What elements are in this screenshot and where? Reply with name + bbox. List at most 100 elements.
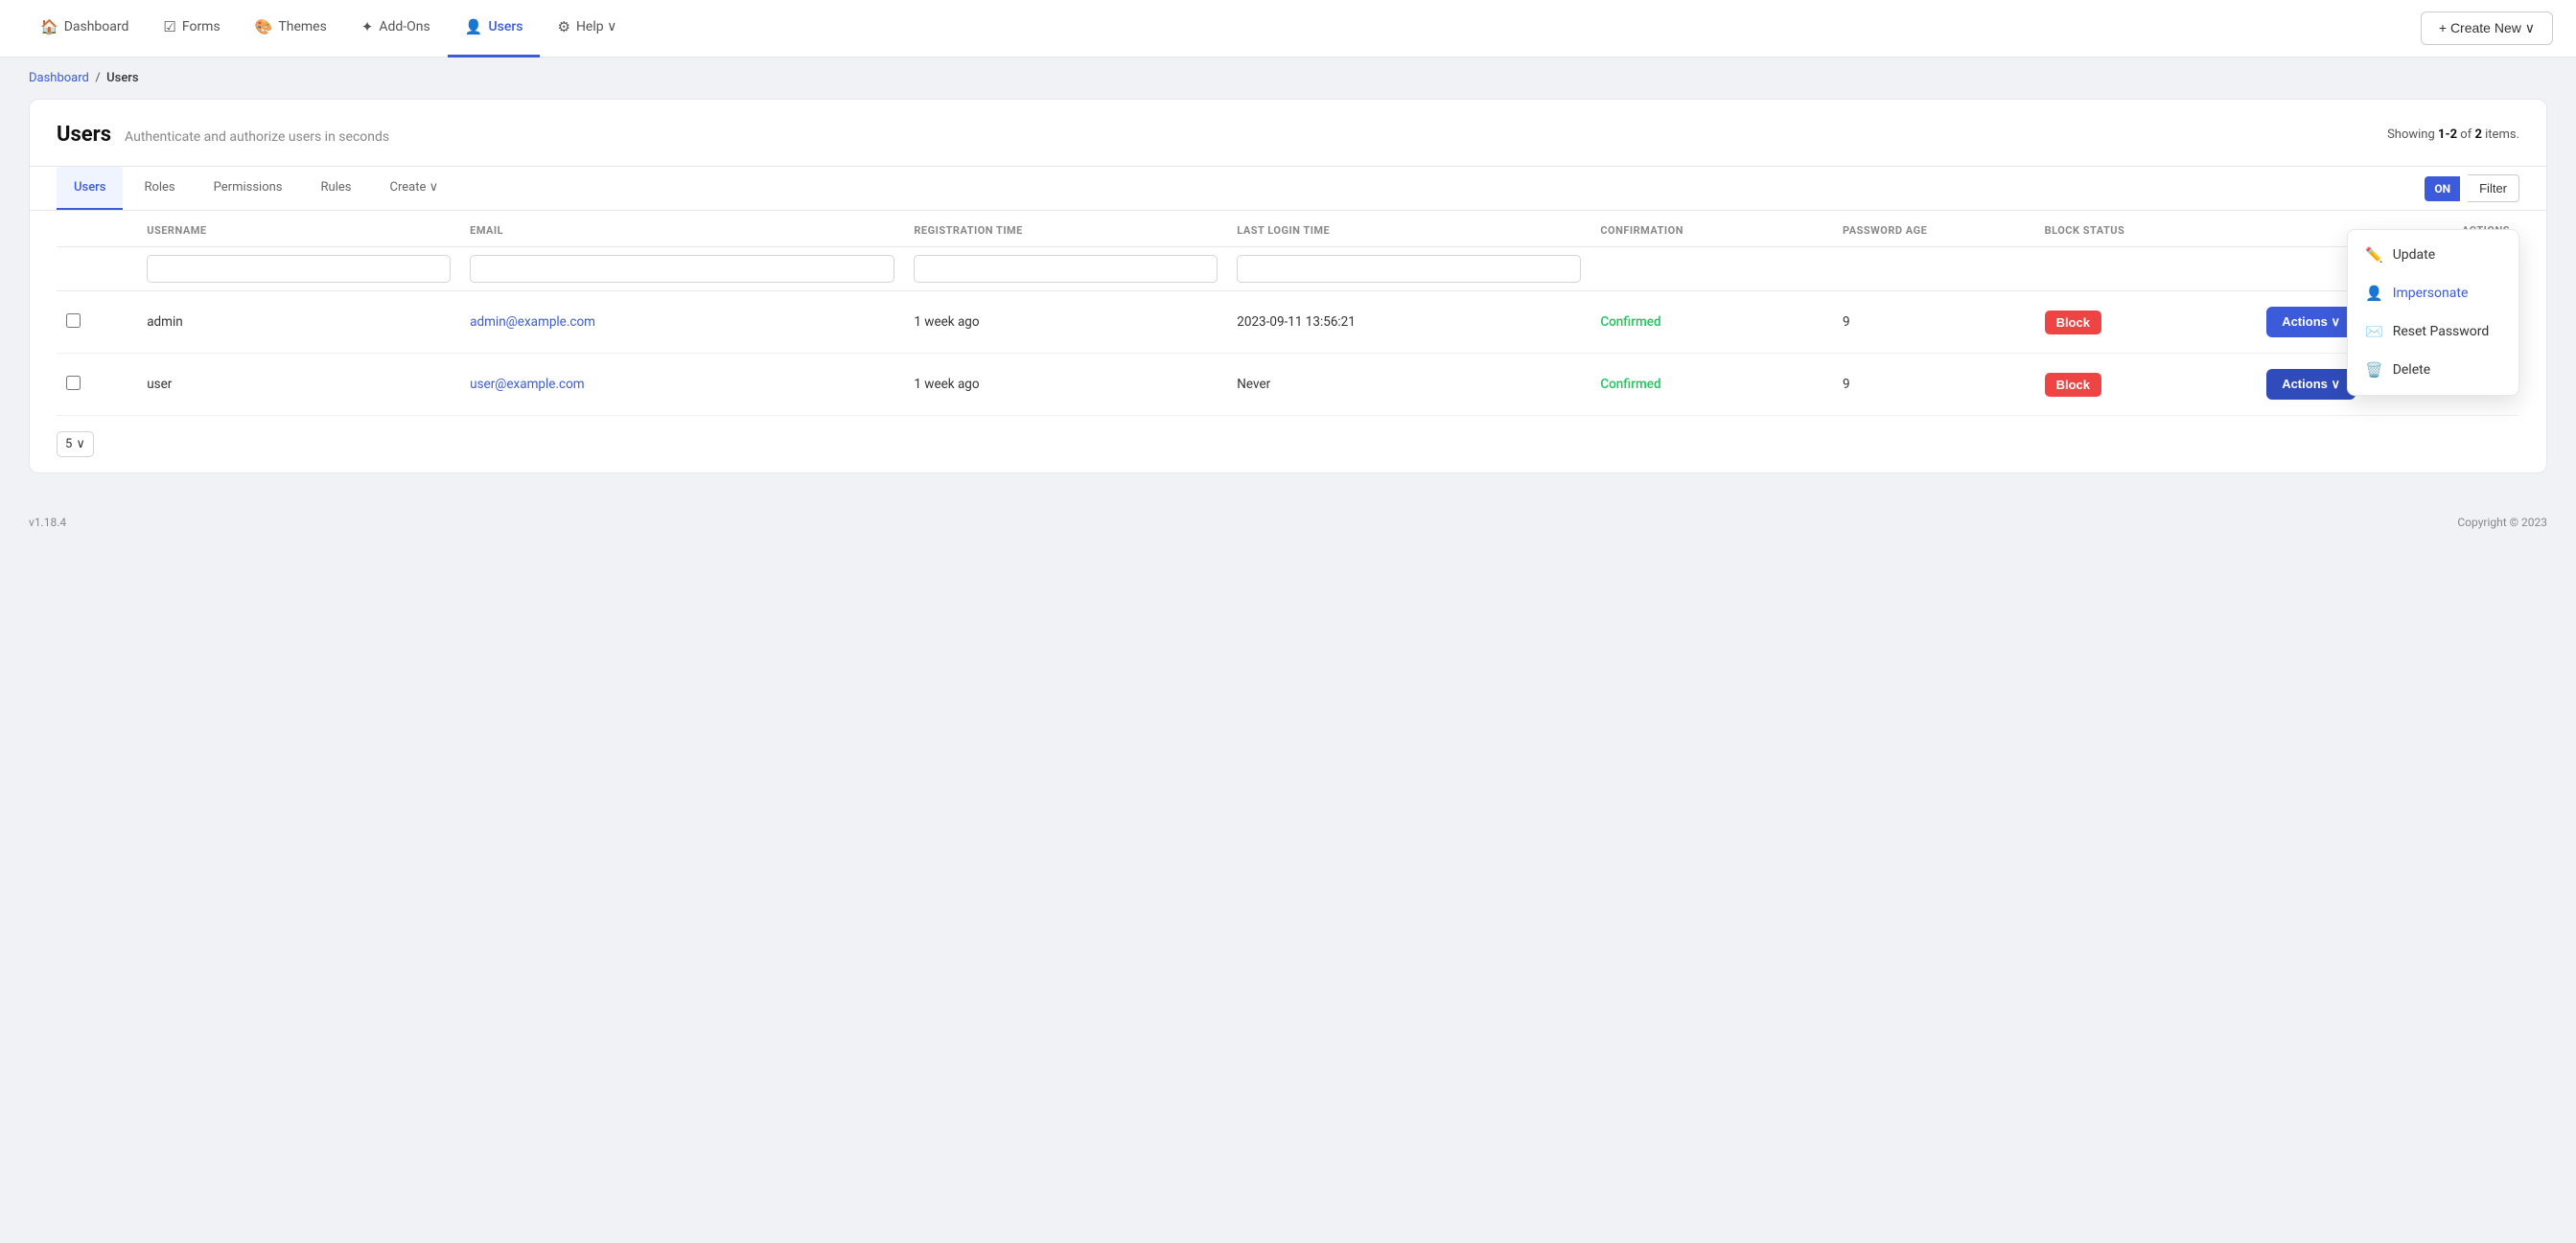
page-title: Users xyxy=(57,123,111,147)
reset-password-icon: ✉️ xyxy=(2365,323,2383,340)
breadcrumb-parent[interactable]: Dashboard xyxy=(29,71,89,85)
row-block-admin: Block xyxy=(2035,291,2258,354)
checkbox-admin[interactable] xyxy=(66,313,81,328)
filter-block xyxy=(2035,247,2258,291)
filter-toggle-on[interactable]: ON xyxy=(2425,176,2460,201)
block-button-admin[interactable]: Block xyxy=(2045,311,2101,334)
breadcrumb-current: Users xyxy=(106,71,138,85)
dropdown-label-delete: Delete xyxy=(2393,362,2430,378)
confirmation-badge-user: Confirmed xyxy=(1600,377,1660,392)
filter-email xyxy=(460,247,904,291)
block-button-user[interactable]: Block xyxy=(2045,373,2101,397)
actions-button-admin[interactable]: Actions ∨ xyxy=(2266,307,2356,337)
th-password-age: PASSWORD AGE xyxy=(1833,211,2035,247)
create-new-button[interactable]: + Create New ∨ xyxy=(2421,12,2553,45)
row-check-admin xyxy=(57,291,137,354)
dropdown-label-reset-password: Reset Password xyxy=(2393,324,2490,339)
dropdown-label-update: Update xyxy=(2393,247,2435,263)
row-age-user: 9 xyxy=(1833,354,2035,416)
delete-icon: 🗑️ xyxy=(2365,361,2383,379)
nav-item-users[interactable]: 👤 Users xyxy=(448,0,541,58)
row-age-admin: 9 xyxy=(1833,291,2035,354)
nav-item-help[interactable]: ⚙ Help ∨ xyxy=(540,0,634,58)
checkbox-user[interactable] xyxy=(66,376,81,390)
nav-label-themes: Themes xyxy=(278,19,326,35)
row-email-user: user@example.com xyxy=(460,354,904,416)
tab-roles[interactable]: Roles xyxy=(127,167,192,210)
row-login-user: Never xyxy=(1227,354,1590,416)
users-table: USERNAME EMAIL REGISTRATION TIME LAST LO… xyxy=(57,211,2519,416)
th-block-status: BLOCK STATUS xyxy=(2035,211,2258,247)
tab-users[interactable]: Users xyxy=(57,167,123,210)
email-filter-input[interactable] xyxy=(470,255,894,283)
table-row: admin admin@example.com 1 week ago 2023-… xyxy=(57,291,2519,354)
nav-label-forms: Forms xyxy=(182,19,220,35)
dropdown-item-update[interactable]: ✏️ Update xyxy=(2348,236,2518,274)
filter-reg xyxy=(904,247,1227,291)
username-filter-input[interactable] xyxy=(147,255,451,283)
confirmation-badge-admin: Confirmed xyxy=(1600,314,1660,330)
nav-label-users: Users xyxy=(488,19,522,35)
reg-filter-input[interactable] xyxy=(914,255,1218,283)
help-icon: ⚙ xyxy=(557,18,569,35)
per-page-chevron: ∨ xyxy=(76,437,85,451)
dropdown-item-delete[interactable]: 🗑️ Delete xyxy=(2348,351,2518,389)
nav-label-dashboard: Dashboard xyxy=(64,19,129,35)
showing-count: Showing 1-2 of 2 items. xyxy=(2387,127,2519,142)
card-subtitle: Authenticate and authorize users in seco… xyxy=(125,129,389,145)
row-check-user xyxy=(57,354,137,416)
actions-label-user: Actions ∨ xyxy=(2282,377,2340,392)
per-page-value: 5 xyxy=(65,437,72,451)
row-username-admin: admin xyxy=(137,291,460,354)
row-confirm-user: Confirmed xyxy=(1590,354,1833,416)
forms-icon: ☑ xyxy=(163,18,175,35)
home-icon: 🏠 xyxy=(40,18,58,35)
nav-item-dashboard[interactable]: 🏠 Dashboard xyxy=(23,0,146,58)
row-block-user: Block xyxy=(2035,354,2258,416)
dropdown-item-reset-password[interactable]: ✉️ Reset Password xyxy=(2348,312,2518,351)
impersonate-icon: 👤 xyxy=(2365,285,2383,302)
th-username: USERNAME xyxy=(137,211,460,247)
version-text: v1.18.4 xyxy=(29,516,66,529)
nav-item-addons[interactable]: ✦ Add-Ons xyxy=(344,0,448,58)
table-header-row: USERNAME EMAIL REGISTRATION TIME LAST LO… xyxy=(57,211,2519,247)
nav-item-forms[interactable]: ☑ Forms xyxy=(146,0,237,58)
users-icon: 👤 xyxy=(465,18,483,35)
actions-dropdown-menu: ✏️ Update 👤 Impersonate ✉️ Reset Passwor… xyxy=(2347,229,2519,396)
email-link-admin[interactable]: admin@example.com xyxy=(470,314,595,330)
nav-item-themes[interactable]: 🎨 Themes xyxy=(238,0,344,58)
th-confirmation: CONFIRMATION xyxy=(1590,211,1833,247)
tab-rules[interactable]: Rules xyxy=(304,167,369,210)
filter-toggle-group: ON Filter xyxy=(2425,174,2519,202)
row-confirm-admin: Confirmed xyxy=(1590,291,1833,354)
actions-button-user[interactable]: Actions ∨ xyxy=(2266,369,2356,400)
email-link-user[interactable]: user@example.com xyxy=(470,377,585,392)
main-card: Users Authenticate and authorize users i… xyxy=(29,99,2547,473)
row-reg-admin: 1 week ago xyxy=(904,291,1227,354)
card-title-area: Users Authenticate and authorize users i… xyxy=(57,123,389,147)
filter-login xyxy=(1227,247,1590,291)
per-page-select[interactable]: 5 ∨ xyxy=(57,431,94,457)
th-check xyxy=(57,211,137,247)
row-login-admin: 2023-09-11 13:56:21 xyxy=(1227,291,1590,354)
actions-label-admin: Actions ∨ xyxy=(2282,314,2340,330)
addons-icon: ✦ xyxy=(361,18,374,35)
themes-icon: 🎨 xyxy=(255,18,273,35)
row-username-user: user xyxy=(137,354,460,416)
card-header: Users Authenticate and authorize users i… xyxy=(30,100,2546,167)
tabs-bar: Users Roles Permissions Rules Create ∨ O… xyxy=(30,167,2546,211)
breadcrumb: Dashboard / Users xyxy=(0,58,2576,99)
th-email: EMAIL xyxy=(460,211,904,247)
login-filter-input[interactable] xyxy=(1237,255,1581,283)
tab-create[interactable]: Create ∨ xyxy=(372,167,455,210)
nav-label-help: Help ∨ xyxy=(576,19,616,35)
footer: v1.18.4 Copyright © 2023 xyxy=(0,502,2576,542)
pagination-row: 5 ∨ xyxy=(30,416,2546,472)
dropdown-item-impersonate[interactable]: 👤 Impersonate xyxy=(2348,274,2518,312)
row-reg-user: 1 week ago xyxy=(904,354,1227,416)
filter-button[interactable]: Filter xyxy=(2468,174,2519,202)
table-row: user user@example.com 1 week ago Never C… xyxy=(57,354,2519,416)
tab-permissions[interactable]: Permissions xyxy=(197,167,300,210)
nav-items: 🏠 Dashboard ☑ Forms 🎨 Themes ✦ Add-Ons 👤… xyxy=(23,0,2421,58)
top-navigation: 🏠 Dashboard ☑ Forms 🎨 Themes ✦ Add-Ons 👤… xyxy=(0,0,2576,58)
